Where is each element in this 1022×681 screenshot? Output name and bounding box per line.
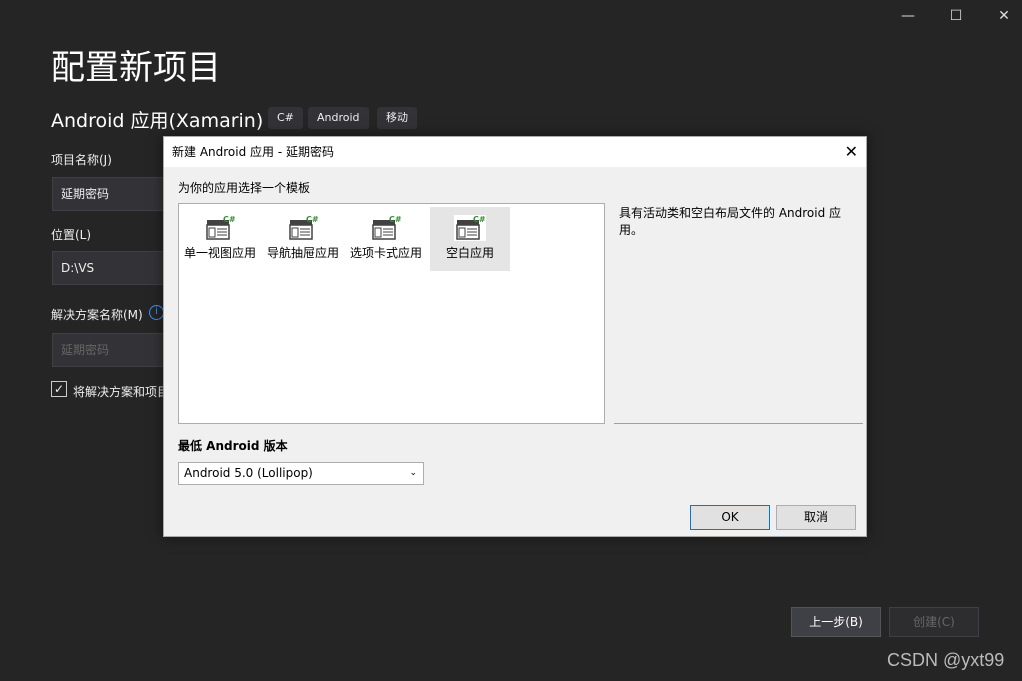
template-prompt: 为你的应用选择一个模板: [178, 181, 311, 195]
min-version-select[interactable]: Android 5.0 (Lollipop) ⌄: [178, 462, 424, 485]
template-nav-drawer[interactable]: C# 导航抽屉应用: [263, 207, 343, 271]
min-version-label: 最低 Android 版本: [178, 439, 288, 453]
project-name-label: 项目名称(J): [51, 153, 112, 167]
template-label: 选项卡式应用: [349, 246, 422, 260]
new-android-app-dialog: 新建 Android 应用 - 延期密码 ✕ 为你的应用选择一个模板 C# 单一…: [163, 136, 867, 537]
location-label: 位置(L): [51, 228, 92, 242]
svg-text:C#: C#: [473, 215, 486, 224]
template-icon: C#: [289, 215, 319, 240]
tag-mobile: 移动: [377, 107, 417, 129]
template-label: 单一视图应用: [183, 246, 256, 260]
watermark: CSDN @yxt99: [887, 650, 1005, 670]
template-icon: C#: [372, 215, 402, 240]
solution-name-label: 解决方案名称(M): [51, 308, 143, 322]
svg-text:C#: C#: [306, 215, 319, 224]
close-button[interactable]: ✕: [989, 4, 1019, 28]
min-version-value: Android 5.0 (Lollipop): [184, 466, 313, 480]
divider: [614, 423, 863, 424]
ok-button[interactable]: OK: [690, 505, 770, 530]
minimize-button[interactable]: —: [893, 4, 923, 28]
template-tabbed[interactable]: C# 选项卡式应用: [346, 207, 426, 271]
info-icon[interactable]: i: [149, 305, 164, 320]
project-type-title: Android 应用(Xamarin): [51, 110, 264, 132]
dialog-close-icon[interactable]: ✕: [845, 137, 858, 167]
same-directory-checkbox[interactable]: ✓: [51, 381, 67, 397]
template-description: 具有活动类和空白布局文件的 Android 应用。: [619, 206, 842, 237]
template-blank[interactable]: C# 空白应用: [430, 207, 510, 271]
svg-text:C#: C#: [389, 215, 402, 224]
page-title: 配置新项目: [51, 48, 221, 88]
svg-text:C#: C#: [223, 215, 236, 224]
cancel-button[interactable]: 取消: [776, 505, 856, 530]
template-label: 空白应用: [445, 246, 494, 260]
dialog-titlebar: 新建 Android 应用 - 延期密码 ✕: [164, 137, 866, 167]
chevron-down-icon: ⌄: [409, 468, 417, 478]
tag-android: Android: [308, 107, 369, 129]
maximize-button[interactable]: ☐: [941, 4, 971, 28]
dialog-title: 新建 Android 应用 - 延期密码: [172, 145, 334, 159]
template-icon: C#: [454, 215, 486, 241]
template-label: 导航抽屉应用: [266, 246, 339, 260]
template-icon: C#: [206, 215, 236, 240]
back-button[interactable]: 上一步(B): [791, 607, 881, 637]
tag-csharp: C#: [268, 107, 303, 129]
template-single-view[interactable]: C# 单一视图应用: [180, 207, 260, 271]
template-list: C# 单一视图应用 C# 导航抽屉应用 C# 选项卡式应用 C# 空白应用: [178, 203, 605, 424]
create-button[interactable]: 创建(C): [889, 607, 979, 637]
